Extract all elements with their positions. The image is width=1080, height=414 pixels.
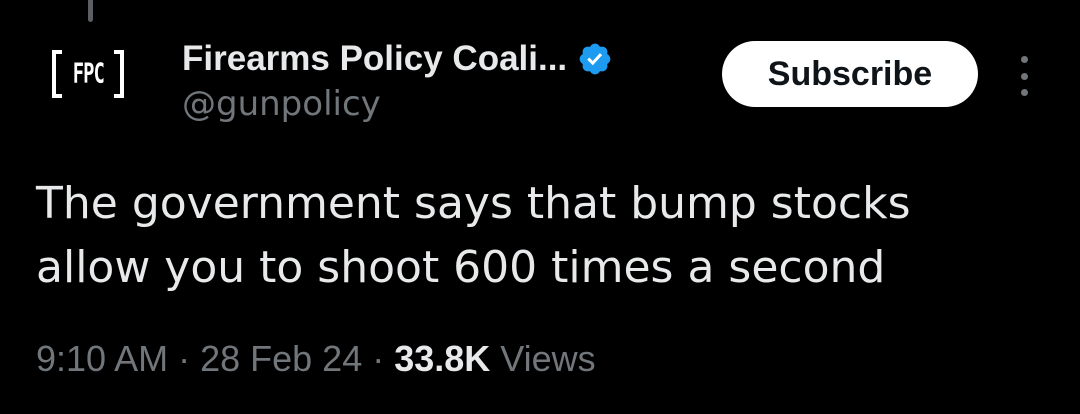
more-vertical-icon[interactable]: [1012, 56, 1036, 96]
meta-separator: ·: [372, 338, 385, 379]
views-label: Views: [500, 338, 596, 379]
avatar-logo-text: FPC: [72, 58, 104, 90]
tweet-time[interactable]: 9:10 AM: [36, 338, 168, 380]
views-count[interactable]: 33.8K: [394, 338, 490, 380]
tweet-text-line: The government says that bump stocks: [36, 178, 911, 229]
thread-connector-line: [88, 0, 93, 22]
subscribe-button[interactable]: Subscribe: [722, 41, 978, 107]
tweet-meta: 9:10 AM · 28 Feb 24 · 33.8K Views: [36, 338, 596, 380]
more-dot: [1020, 72, 1028, 80]
verified-badge-icon[interactable]: [577, 41, 613, 77]
avatar[interactable]: FPC: [46, 50, 130, 98]
avatar-bracket-right: [114, 50, 124, 98]
more-dot: [1020, 89, 1028, 96]
author-handle[interactable]: @gunpolicy: [182, 84, 613, 124]
meta-separator: ·: [178, 338, 191, 379]
more-dot: [1020, 56, 1028, 63]
avatar-bracket-left: [52, 50, 62, 98]
author-display-name[interactable]: Firearms Policy Coali...: [182, 39, 567, 79]
author-header: Firearms Policy Coali... @gunpolicy: [182, 36, 613, 124]
tweet-date[interactable]: 28 Feb 24: [200, 338, 362, 380]
tweet-text-line: allow you to shoot 600 times a second: [36, 242, 886, 293]
name-row: Firearms Policy Coali...: [182, 36, 613, 82]
tweet-text: The government says that bump stocks all…: [36, 172, 1036, 300]
